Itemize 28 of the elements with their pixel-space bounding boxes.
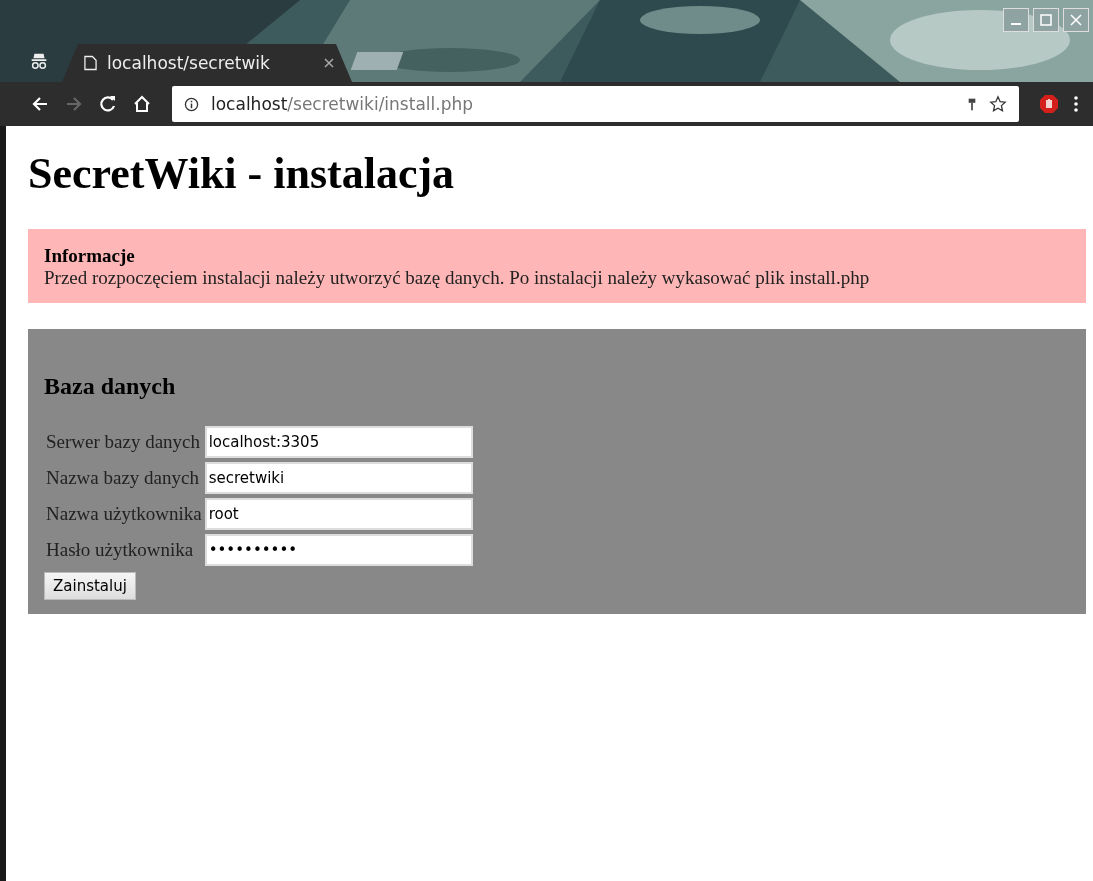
field-label: Serwer bazy danych <box>46 431 201 452</box>
field-label: Hasło użytkownika <box>46 539 194 560</box>
home-icon[interactable] <box>132 94 152 114</box>
address-bar[interactable]: localhost/secretwiki/install.php <box>172 86 1019 122</box>
field-label: Nazwa bazy danych <box>46 467 199 488</box>
input-field[interactable]: secretwiki <box>204 462 473 494</box>
minimize-button[interactable] <box>1003 8 1029 32</box>
install-button[interactable]: Zainstaluj <box>44 572 136 600</box>
close-tab-icon[interactable] <box>324 58 334 68</box>
input-field[interactable]: •••••••••• <box>204 534 473 566</box>
input-field[interactable]: root <box>204 498 473 530</box>
form-heading: Baza danych <box>44 373 177 400</box>
page-title: SecretWiki - instalacja <box>28 148 456 199</box>
info-icon <box>184 96 199 112</box>
stop-hand-icon[interactable] <box>1039 94 1059 114</box>
browser-tab[interactable]: localhost/secretwik <box>62 44 352 82</box>
tab-title: localhost/secretwik <box>107 53 271 73</box>
page-icon <box>84 55 97 71</box>
star-icon[interactable] <box>989 95 1007 113</box>
key-icon[interactable] <box>967 96 977 112</box>
field-label: Nazwa użytkownika <box>46 503 202 524</box>
input-field[interactable]: localhost:3305 <box>204 426 473 458</box>
url-text: localhost/secretwiki/install.php <box>211 94 473 114</box>
info-text: Przed rozpoczęciem instalacji należy utworzyć bazę danych. Po instalacji należy wykasować plik install.php <box>44 267 871 289</box>
close-button[interactable] <box>1063 8 1089 32</box>
reload-icon[interactable] <box>98 94 118 114</box>
info-heading: Informacje <box>44 245 136 267</box>
menu-icon[interactable] <box>1073 94 1079 114</box>
